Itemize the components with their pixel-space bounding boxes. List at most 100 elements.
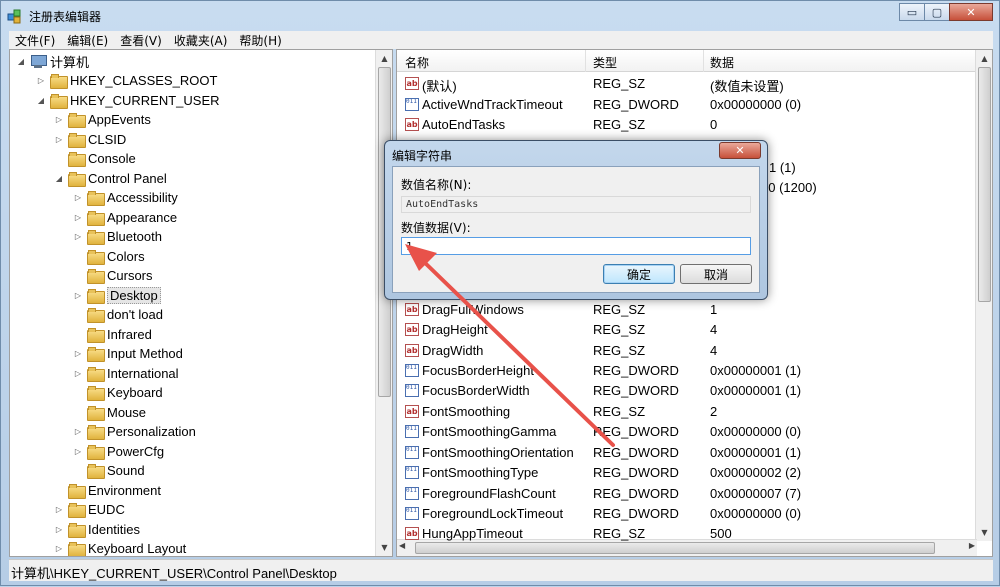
tree-item-eudc[interactable]: ▷ EUDC [54,500,125,519]
expand-icon[interactable]: ▷ [73,369,83,378]
tree-item-console[interactable]: Console [54,149,136,168]
tree-item-appearance[interactable]: ▷ Appearance [73,208,177,227]
tree-item-dont-load[interactable]: don't load [73,305,163,324]
dword-value-icon: 011 110 [405,425,419,438]
expand-icon[interactable]: ▷ [54,115,64,124]
menu-file[interactable]: 文件(F) [9,32,61,49]
column-header-data[interactable]: 数据 [710,54,734,71]
tree-item-cursors[interactable]: Cursors [73,266,153,285]
tree-item-hkcu[interactable]: ◢ HKEY_CURRENT_USER [36,91,220,110]
column-header-name[interactable]: 名称 [405,54,429,71]
value-type: REG_DWORD [593,506,679,521]
tree-item-mouse[interactable]: Mouse [73,403,146,422]
table-row[interactable]: 011 110ForegroundFlashCount REG_DWORD 0x00… [397,484,977,504]
tree-item-international[interactable]: ▷ International [73,364,179,383]
menu-favorites[interactable]: 收藏夹(A) [168,32,234,49]
expand-icon[interactable]: ▷ [54,544,64,553]
collapse-icon[interactable]: ◢ [16,57,26,66]
value-type: REG_DWORD [593,424,679,439]
menu-help[interactable]: 帮助(H) [233,32,287,49]
tree-item-environment[interactable]: Environment [54,481,161,500]
column-header-type[interactable]: 类型 [593,54,617,71]
table-row[interactable]: 011 110ForegroundLockTimeout REG_DWORD 0x0… [397,504,977,524]
table-row[interactable]: ab HungAppTimeout REG_SZ 500 [397,524,977,544]
table-row[interactable]: 011 110FontSmoothingOrientation REG_DWORD… [397,443,977,463]
tree-item-hkcr[interactable]: ▷ HKEY_CLASSES_ROOT [36,71,217,90]
edit-string-dialog: 编辑字符串 ✕ 数值名称(N): AutoEndTasks 数值数据(V): 1… [384,140,768,300]
menu-edit[interactable]: 编辑(E) [61,32,114,49]
tree-item-accessibility[interactable]: ▷ Accessibility [73,188,178,207]
tree-item-clsid[interactable]: ▷ CLSID [54,130,126,149]
scroll-down-icon[interactable]: ▼ [376,539,392,556]
tree-item-label: HKEY_CURRENT_USER [70,93,220,108]
value-data: 0x00000000 (0) [710,97,802,112]
table-row[interactable]: ab (默认) REG_SZ (数值未设置) [397,74,977,94]
tree-item-desktop[interactable]: ▷ Desktop [73,286,161,305]
tree-item-appevents[interactable]: ▷ AppEvents [54,110,151,129]
key-tree-pane[interactable]: ◢ 计算机 ▷ HKEY_CLASSES_ROOT ◢ HKEY_CURRENT… [9,49,393,557]
value-type: REG_SZ [593,322,646,337]
column-divider[interactable] [585,50,586,72]
expand-icon[interactable]: ▷ [73,213,83,222]
tree-item-computer[interactable]: ◢ 计算机 [16,52,89,71]
table-row[interactable]: ab AutoEndTasks REG_SZ 0 [397,115,977,135]
scroll-up-icon[interactable]: ▲ [976,50,992,67]
expand-icon[interactable]: ▷ [73,232,83,241]
table-row[interactable]: 011 110FocusBorderHeight REG_DWORD 0x00000… [397,361,977,381]
expand-icon[interactable]: ▷ [73,193,83,202]
list-scrollbar[interactable]: ▲ ▼ [975,50,992,541]
cancel-button[interactable]: 取消 [680,264,752,284]
scrollbar-thumb[interactable] [978,67,991,302]
table-row[interactable]: ab FontSmoothing REG_SZ 2 [397,402,977,422]
dword-value-icon: 011 110 [405,507,419,520]
status-path: 计算机\HKEY_CURRENT_USER\Control Panel\Desk… [11,566,337,581]
tree-item-bluetooth[interactable]: ▷ Bluetooth [73,227,162,246]
collapse-icon[interactable]: ◢ [54,174,64,183]
tree-item-colors[interactable]: Colors [73,247,145,266]
expand-icon[interactable]: ▷ [54,525,64,534]
expand-icon[interactable]: ▷ [54,135,64,144]
tree-item-infrared[interactable]: Infrared [73,325,152,344]
column-divider[interactable] [703,50,704,72]
table-row[interactable]: 011 110FontSmoothingGamma REG_DWORD 0x0000… [397,422,977,442]
tree-item-powercfg[interactable]: ▷ PowerCfg [73,442,164,461]
scroll-up-icon[interactable]: ▲ [376,50,392,67]
tree-item-personalization[interactable]: ▷ Personalization [73,422,196,441]
table-row[interactable]: 011 110FontSmoothingType REG_DWORD 0x00000… [397,463,977,483]
tree-scrollbar[interactable]: ▲ ▼ [375,50,392,556]
scroll-down-icon[interactable]: ▼ [976,524,992,541]
dialog-title: 编辑字符串 [392,149,453,163]
tree-item-keyboard-layout[interactable]: ▷ Keyboard Layout [54,539,186,556]
tree-item-keyboard[interactable]: Keyboard [73,383,163,402]
value-list-pane[interactable]: 名称 类型 数据 1 (1) 60 (1200) ▲ ▼ ◀ ▶ ab (默认) R… [396,49,993,557]
dialog-close-button[interactable]: ✕ [719,142,761,159]
table-row[interactable]: ab DragWidth REG_SZ 4 [397,341,977,361]
value-data-input[interactable]: 1 [401,237,751,255]
expand-icon[interactable]: ▷ [73,427,83,436]
expand-icon[interactable]: ▷ [36,76,46,85]
value-name-field: AutoEndTasks [401,196,751,213]
tree-item-sound[interactable]: Sound [73,461,145,480]
expand-icon[interactable]: ▷ [73,349,83,358]
value-data: 4 [710,322,718,337]
tree-item-control-panel[interactable]: ◢ Control Panel [54,169,167,188]
tree-item-label: AppEvents [88,112,151,127]
collapse-icon[interactable]: ◢ [36,96,46,105]
table-row[interactable]: 011 110ActiveWndTrackTimeout REG_DWORD 0x0… [397,95,977,115]
expand-icon[interactable]: ▷ [73,447,83,456]
menu-view[interactable]: 查看(V) [114,32,168,49]
table-row[interactable]: ab DragFullWindows REG_SZ 1 [397,300,977,320]
table-row[interactable]: 011 110FocusBorderWidth REG_DWORD 0x000000… [397,381,977,401]
table-row[interactable]: ab DragHeight REG_SZ 4 [397,320,977,340]
ok-button[interactable]: 确定 [603,264,675,284]
tree-item-identities[interactable]: ▷ Identities [54,520,140,539]
expand-icon[interactable]: ▷ [73,291,83,300]
tree-item-input-method[interactable]: ▷ Input Method [73,344,183,363]
expand-icon[interactable]: ▷ [54,505,64,514]
value-name-label: 数值名称(N): [401,178,472,192]
maximize-button[interactable]: ▢ [924,3,950,21]
registry-app-icon [7,9,21,24]
close-button[interactable]: ✕ [949,3,993,21]
title-bar[interactable]: 注册表编辑器 ▭ ▢ ✕ [1,1,1000,31]
minimize-button[interactable]: ▭ [899,3,925,21]
